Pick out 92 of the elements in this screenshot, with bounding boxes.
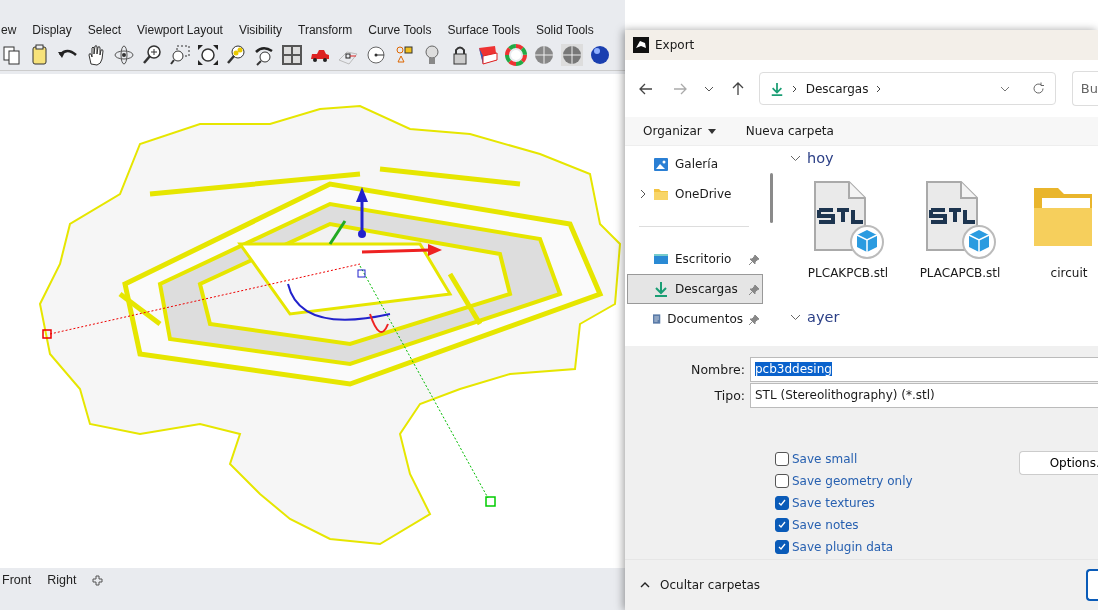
zoom-selected-icon[interactable] xyxy=(225,44,247,66)
file-item[interactable]: PLACAPCB.stl xyxy=(920,170,1000,305)
chevron-up-icon[interactable] xyxy=(640,582,650,588)
shaded-sphere-icon[interactable] xyxy=(533,44,555,66)
chevron-down-icon[interactable] xyxy=(703,85,714,92)
window-title: Export xyxy=(655,38,695,52)
save-button[interactable] xyxy=(1086,569,1098,601)
layers-icon[interactable] xyxy=(477,44,499,66)
checkbox[interactable] xyxy=(775,496,789,510)
checkbox-label[interactable]: Save textures xyxy=(792,496,875,510)
file-type-dropdown[interactable]: STL (Stereolithography) (*.stl) xyxy=(750,382,1098,408)
viewport-tab[interactable]: Right xyxy=(47,573,77,587)
search-field[interactable]: Bu xyxy=(1071,71,1098,106)
add-tab-icon[interactable] xyxy=(92,574,104,586)
chevron-right-icon[interactable] xyxy=(640,189,647,199)
field-label: Nombre: xyxy=(690,361,746,377)
organize-menu[interactable]: Organizar xyxy=(643,124,716,138)
stl-file-icon xyxy=(811,180,885,260)
sidebar-item[interactable]: Descargas xyxy=(627,274,763,304)
stl-file-icon xyxy=(923,180,997,260)
download-icon xyxy=(769,80,784,97)
rotate-view-icon[interactable] xyxy=(113,44,135,66)
checkmark-icon xyxy=(777,520,787,530)
chevron-down-icon[interactable] xyxy=(790,154,801,162)
toolbar-tab[interactable]: ew xyxy=(1,23,17,37)
checkbox[interactable] xyxy=(775,518,789,532)
zoom-window-icon[interactable] xyxy=(169,44,191,66)
pin-icon[interactable] xyxy=(749,313,760,325)
field-label: Tipo: xyxy=(713,387,746,403)
toolbar-tab[interactable]: Viewport Layout xyxy=(137,23,223,37)
desktop-icon xyxy=(653,251,669,267)
back-arrow-icon[interactable] xyxy=(638,82,653,95)
hand-icon[interactable] xyxy=(85,44,107,66)
color-wheel-icon[interactable] xyxy=(505,44,527,66)
zoom-icon[interactable] xyxy=(141,44,163,66)
toolbar-tab[interactable]: Curve Tools xyxy=(368,23,432,37)
file-name-field[interactable]: pcb3ddesing xyxy=(750,356,1098,382)
chevron-down-icon[interactable] xyxy=(790,313,801,321)
chevron-right-icon xyxy=(791,84,798,93)
toolbar-tab[interactable]: Transform xyxy=(298,23,353,37)
refresh-icon[interactable] xyxy=(1031,82,1045,95)
circle-point-icon[interactable] xyxy=(365,44,387,66)
checkbox[interactable] xyxy=(775,474,789,488)
group-header[interactable]: hoy xyxy=(807,150,834,166)
checkbox-label[interactable]: Save plugin data xyxy=(792,540,894,554)
breadcrumb[interactable]: Descargas xyxy=(805,81,869,96)
checkmark-icon xyxy=(777,498,787,508)
group-header[interactable]: ayer xyxy=(807,309,840,325)
checkbox-label[interactable]: Save geometry only xyxy=(792,474,913,488)
address-bar[interactable]: Descargas xyxy=(758,72,1056,105)
toolbar-tab[interactable]: Visibility xyxy=(238,23,283,37)
document-icon xyxy=(650,311,662,327)
sidebar-item[interactable]: Galería xyxy=(627,149,763,179)
shapes-icon[interactable] xyxy=(393,44,415,66)
toolbar-tab[interactable]: Display xyxy=(32,23,72,37)
checkbox-label[interactable]: Save notes xyxy=(792,518,859,532)
chevron-right-icon xyxy=(876,84,883,93)
pin-icon[interactable] xyxy=(749,253,760,265)
new-folder-button[interactable]: Nueva carpeta xyxy=(745,124,834,138)
checkbox-label[interactable]: Save small xyxy=(792,452,858,466)
toolbar-tab[interactable]: Surface Tools xyxy=(447,23,520,37)
zoom-extents-icon[interactable] xyxy=(197,44,219,66)
app-logo-icon xyxy=(633,37,649,53)
sidebar-item[interactable]: OneDrive xyxy=(627,179,763,209)
sidebar-item[interactable]: Documentos xyxy=(627,304,763,334)
file-item[interactable]: PLCAKPCB.stl xyxy=(808,170,888,305)
toolbar-tab[interactable]: Solid Tools xyxy=(535,23,594,37)
up-arrow-icon[interactable] xyxy=(731,81,744,96)
checkbox[interactable] xyxy=(775,452,789,466)
options-button[interactable]: Options. xyxy=(1018,451,1098,475)
hide-folders-button[interactable]: Ocultar carpetas xyxy=(660,578,760,592)
sidebar-item[interactable]: Escritorio xyxy=(627,244,763,274)
checkbox[interactable] xyxy=(775,540,789,554)
viewport-tab[interactable]: Front xyxy=(2,573,32,587)
gallery-icon xyxy=(653,156,669,172)
folder-icon xyxy=(653,186,669,202)
sphere-icon[interactable] xyxy=(589,44,611,66)
chevron-down-icon[interactable] xyxy=(999,85,1010,92)
file-name: circuit xyxy=(1050,266,1088,280)
checkmark-icon xyxy=(777,542,787,552)
copy-icon[interactable] xyxy=(1,44,23,66)
undo-view-icon[interactable] xyxy=(253,44,275,66)
file-name: PLACAPCB.stl xyxy=(919,266,1001,280)
grid-layout-icon[interactable] xyxy=(281,44,303,66)
file-name: PLCAKPCB.stl xyxy=(807,266,889,280)
caret-icon xyxy=(707,128,716,134)
shaded-sphere-grid-icon[interactable] xyxy=(561,44,583,66)
scrollbar-thumb[interactable] xyxy=(770,173,773,223)
toolbar-tab[interactable]: Select xyxy=(87,23,122,37)
download-icon xyxy=(653,281,669,297)
pin-icon[interactable] xyxy=(749,283,760,295)
file-item[interactable]: circuit xyxy=(1032,170,1098,305)
